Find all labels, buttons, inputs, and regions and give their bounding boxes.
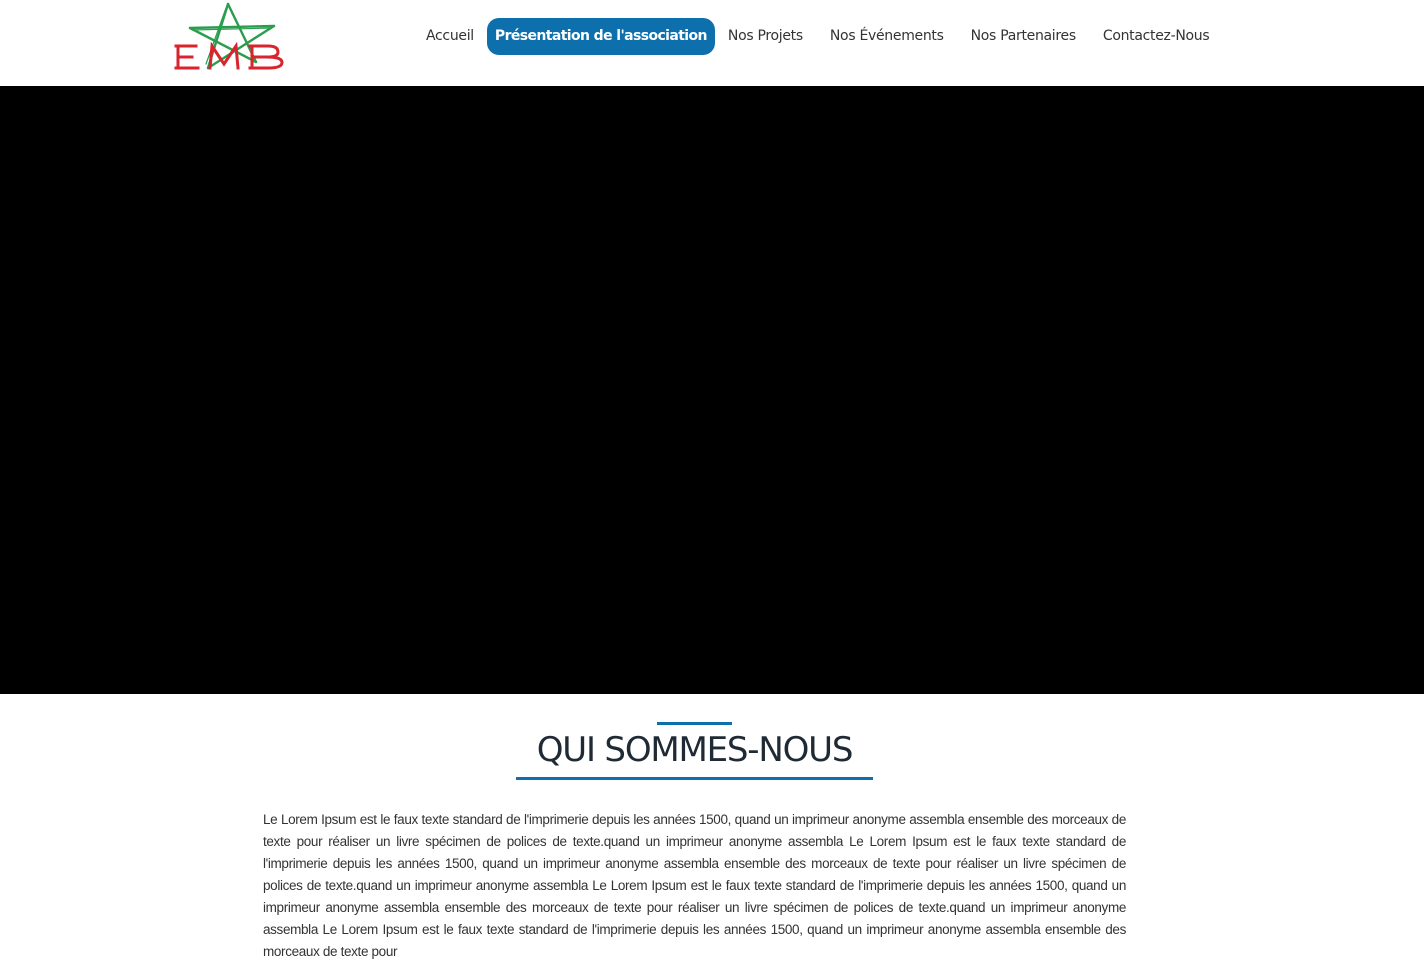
title-top-accent [657, 722, 732, 725]
site-logo[interactable] [172, 2, 290, 74]
site-header: Accueil Présentation de l'association No… [0, 0, 1424, 86]
nav-item-presentation[interactable]: Présentation de l'association [486, 18, 715, 55]
nav-item-evenements[interactable]: Nos Événements [822, 18, 952, 55]
title-underline [516, 777, 873, 780]
hero-video-area[interactable] [0, 86, 1424, 694]
nav-item-partenaires[interactable]: Nos Partenaires [963, 18, 1084, 55]
nav-item-projets[interactable]: Nos Projets [720, 18, 811, 55]
nav-item-contact[interactable]: Contactez-Nous [1095, 18, 1218, 55]
emb-logo-image [174, 2, 284, 70]
nav-item-accueil[interactable]: Accueil [418, 18, 482, 55]
main-navigation: Accueil Présentation de l'association No… [418, 18, 1217, 55]
section-title: QUI SOMMES-NOUS [536, 730, 854, 770]
about-paragraph: Le Lorem Ipsum est le faux texte standar… [263, 812, 1126, 959]
